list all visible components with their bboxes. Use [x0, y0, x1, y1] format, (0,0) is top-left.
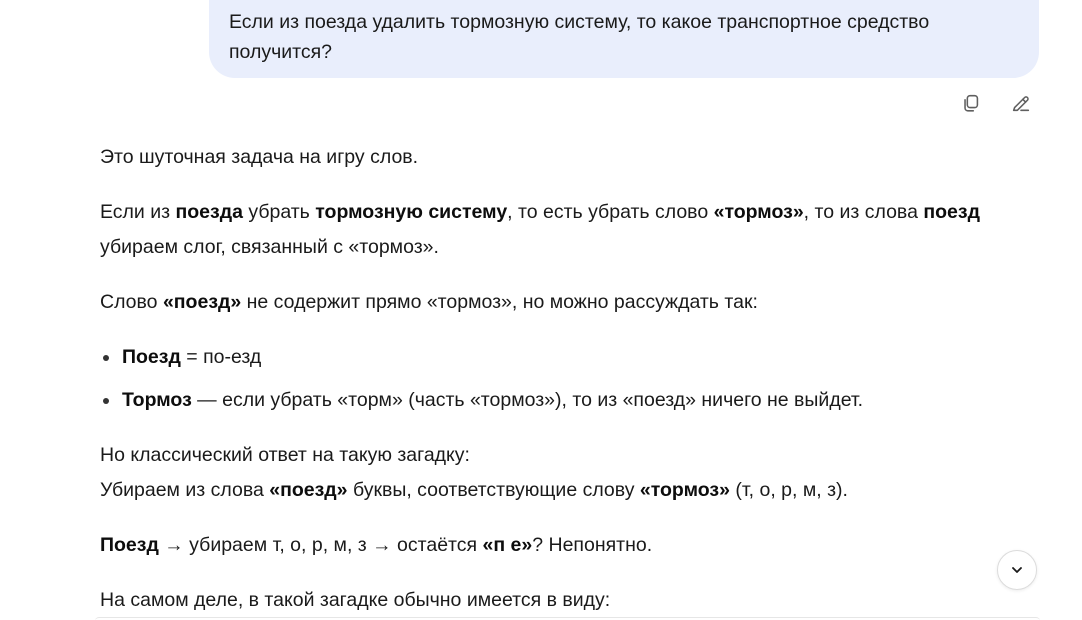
- bold-span: Тормоз: [122, 389, 192, 411]
- bold-span: Поезд: [122, 346, 181, 368]
- answer-paragraph-3: Слово «поезд» не содержит прямо «тормоз»…: [100, 285, 758, 320]
- answer-paragraph-1: Это шуточная задача на игру слов.: [100, 146, 419, 168]
- text-span: , то есть убрать слово: [507, 201, 714, 223]
- text-span: — если убрать «торм» (часть «тормоз»), т…: [191, 389, 864, 411]
- bold-span: «тормоз»: [639, 479, 730, 501]
- list-item: Тормоз — если убрать «торм» (часть «торм…: [100, 383, 863, 418]
- text-span: Если из: [100, 201, 176, 223]
- text-span: Убираем из слова: [100, 479, 270, 501]
- text-span: убрать: [242, 201, 316, 223]
- list-item: Поезд = по-езд: [100, 340, 863, 375]
- answer-paragraph-6: На самом деле, в такой загадке обычно им…: [100, 589, 611, 611]
- text-span: ? Непонятно.: [532, 534, 653, 556]
- bold-span: Поезд: [100, 534, 159, 556]
- bold-span: «тормоз»: [713, 201, 804, 223]
- message-actions: [958, 90, 1034, 116]
- scroll-down-button[interactable]: [997, 550, 1037, 590]
- bold-span: «поезд»: [269, 479, 348, 501]
- bold-span: «п е»: [482, 534, 533, 556]
- bold-span: «поезд»: [162, 291, 242, 313]
- copy-icon: [964, 94, 979, 112]
- user-message-text: Если из поезда удалить тормозную систему…: [229, 11, 930, 63]
- bold-span: поезд: [923, 201, 980, 223]
- answer-bullet-list: Поезд = по-езд Тормоз — если убрать «тор…: [100, 340, 863, 418]
- chat-page: Если из поезда удалить тормозную систему…: [0, 0, 1082, 620]
- chevron-down-icon: [1012, 567, 1022, 573]
- answer-paragraph-5: Поезд → убираем т, о, р, м, з → остаётся…: [100, 528, 652, 563]
- edit-icon: [1012, 96, 1030, 112]
- text-span: = по-езд: [180, 346, 262, 368]
- text-span: , то из слова: [803, 201, 924, 223]
- user-message-bubble: Если из поезда удалить тормозную систему…: [209, 0, 1039, 78]
- text-span: → убираем т, о, р, м, з → остаётся: [158, 534, 483, 556]
- text-span: (т, о, р, м, з).: [729, 479, 848, 501]
- answer-paragraph-4: Но классический ответ на такую загадку: У…: [100, 438, 848, 508]
- answer-paragraph-2: Если из поезда убрать тормозную систему,…: [100, 195, 980, 265]
- text-span: буквы, соответствующие слову: [347, 479, 640, 501]
- bold-span: тормозную систему: [315, 201, 508, 223]
- bold-span: поезда: [175, 201, 243, 223]
- text-span: Но классический ответ на такую загадку:: [100, 444, 470, 466]
- text-span: убираем слог, связанный с «тормоз».: [100, 236, 439, 258]
- edit-button[interactable]: [1008, 90, 1034, 116]
- copy-button[interactable]: [958, 90, 984, 116]
- text-span: не содержит прямо «тормоз», но можно рас…: [241, 291, 758, 313]
- text-span: Слово: [100, 291, 163, 313]
